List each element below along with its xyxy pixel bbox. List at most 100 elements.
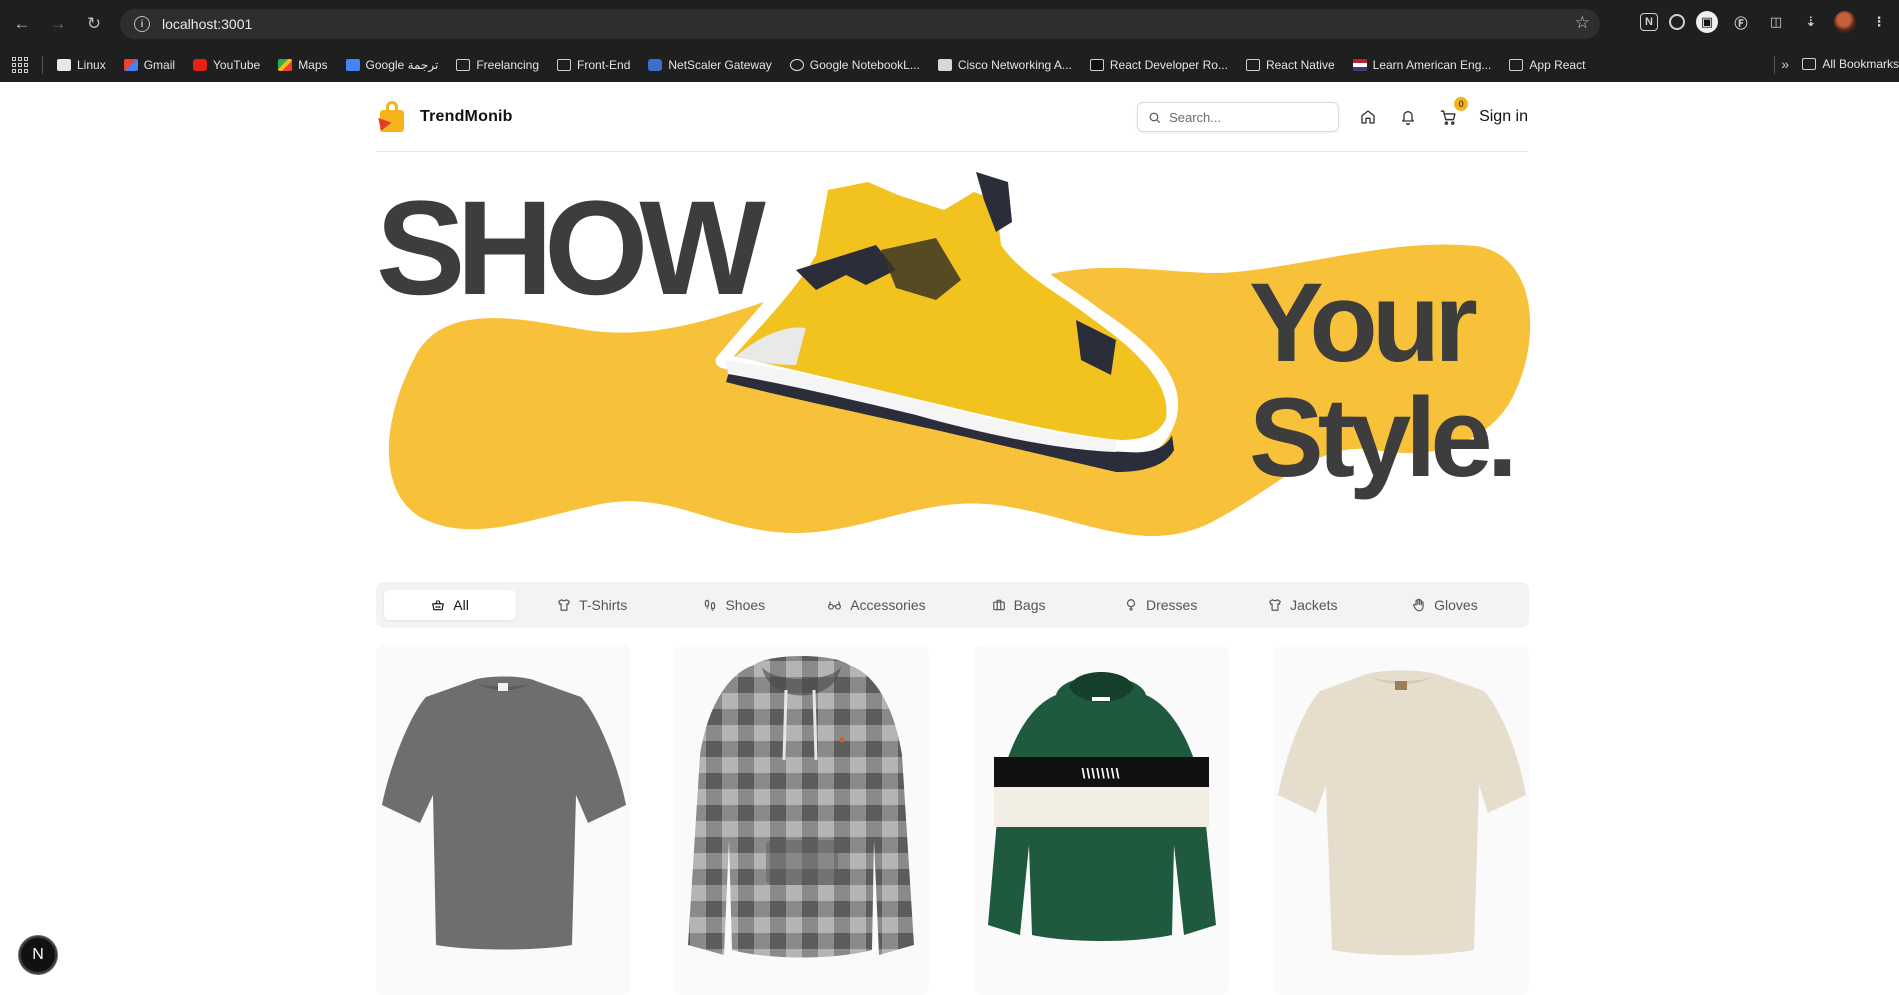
- tab-label: Shoes: [725, 597, 766, 613]
- bookmark-label: React Developer Ro...: [1109, 58, 1228, 72]
- tab-label: Jackets: [1290, 597, 1338, 613]
- bookmark-label: Learn American Eng...: [1372, 58, 1492, 72]
- notion-extension-icon[interactable]: N: [1640, 13, 1658, 31]
- tab-dresses[interactable]: Dresses: [1095, 590, 1227, 620]
- bell-icon[interactable]: [1397, 106, 1419, 128]
- translate-icon: [345, 59, 360, 71]
- tab-accessories[interactable]: Accessories: [810, 590, 942, 620]
- product-card-green-striped-hoodie[interactable]: \\\\\\\\: [974, 645, 1229, 995]
- puzzle-extensions-icon[interactable]: ◫: [1764, 10, 1788, 34]
- tile-icon: [57, 59, 71, 71]
- jacket-icon: [1269, 599, 1281, 611]
- react-icon: [1089, 59, 1104, 71]
- bookmark-react-native[interactable]: React Native: [1245, 58, 1335, 72]
- product-card-grey-tshirt[interactable]: [376, 645, 631, 995]
- cart-icon[interactable]: 0: [1437, 97, 1469, 128]
- cisco-icon: [937, 59, 952, 71]
- address-bar[interactable]: i localhost:3001 ☆: [120, 9, 1600, 39]
- bookmark-freelancing[interactable]: Freelancing: [456, 58, 539, 72]
- tab-label: T-Shirts: [579, 597, 628, 613]
- square-extension-icon[interactable]: ▣: [1696, 11, 1718, 33]
- hero-title-show: SHOW: [376, 174, 766, 323]
- tab-shoes[interactable]: Shoes: [668, 590, 800, 620]
- bookmark-gmail[interactable]: Gmail: [123, 58, 175, 72]
- product-card-beige-tshirt[interactable]: [1274, 645, 1529, 995]
- bookmark-label: Google NotebookL...: [809, 58, 920, 72]
- plaid-hoodie-image: [688, 656, 914, 958]
- bookmark-label: Linux: [77, 58, 106, 72]
- gmail-icon: [123, 59, 138, 71]
- all-bookmarks-label: All Bookmarks: [1822, 57, 1899, 71]
- reload-icon[interactable]: ↻: [80, 10, 108, 38]
- cart-count-badge: 0: [1454, 97, 1469, 111]
- maps-icon: [278, 59, 293, 71]
- bookmark-notebooklm[interactable]: Google NotebookL...: [789, 58, 920, 72]
- tab-all[interactable]: All: [384, 590, 517, 620]
- search-icon: [1149, 112, 1161, 123]
- home-icon[interactable]: [1357, 106, 1379, 128]
- circle-extension-icon[interactable]: [1669, 14, 1685, 30]
- download-icon[interactable]: ⇣: [1799, 10, 1823, 34]
- menu-kebab-icon[interactable]: ⋮: [1867, 10, 1891, 34]
- bookmark-learn-english[interactable]: Learn American Eng...: [1352, 58, 1492, 72]
- more-bookmarks-chevron-icon[interactable]: »: [1781, 56, 1789, 72]
- d-extension-icon[interactable]: Ⓕ: [1729, 10, 1753, 34]
- bookmark-star-icon[interactable]: ☆: [1575, 13, 1590, 33]
- bookmark-youtube[interactable]: YouTube: [193, 58, 260, 72]
- bookmark-front-end[interactable]: Front-End: [557, 58, 630, 72]
- brand-logo[interactable]: TrendMonib: [374, 100, 513, 134]
- search-field[interactable]: [1137, 102, 1340, 132]
- folder-icon: [456, 59, 471, 71]
- footprints-icon: [705, 599, 716, 611]
- all-bookmarks[interactable]: All Bookmarks: [1802, 57, 1899, 71]
- nextjs-dev-badge[interactable]: N: [19, 936, 57, 974]
- folder-icon: [1802, 58, 1817, 70]
- briefcase-icon: [992, 599, 1005, 611]
- profile-avatar[interactable]: [1834, 11, 1856, 33]
- netscaler-icon: [648, 59, 663, 71]
- bookmark-label: YouTube: [213, 58, 261, 72]
- product-card-plaid-hoodie[interactable]: [674, 645, 929, 995]
- sign-in-link[interactable]: Sign in: [1479, 108, 1528, 126]
- site-header: TrendMonib 0 Sign in: [374, 96, 1528, 152]
- address-url[interactable]: localhost:3001: [162, 16, 252, 32]
- grey-tshirt-image: [382, 676, 626, 950]
- tab-t-shirts[interactable]: T-Shirts: [526, 590, 658, 620]
- bookmark-label: Cisco Networking A...: [957, 58, 1072, 72]
- site-info-icon[interactable]: i: [134, 16, 150, 32]
- folder-icon: [1245, 59, 1260, 71]
- youtube-icon: [193, 59, 208, 71]
- bookmark-linux[interactable]: Linux: [57, 58, 106, 72]
- svg-text:\\\\\\\\: \\\\\\\\: [1081, 765, 1120, 781]
- bookmark-netscaler[interactable]: NetScaler Gateway: [648, 58, 772, 72]
- tab-bags[interactable]: Bags: [953, 590, 1085, 620]
- notebook-icon: [789, 59, 804, 71]
- bookmark-label: NetScaler Gateway: [668, 58, 772, 72]
- brand-name: TrendMonib: [420, 108, 513, 125]
- bookmark-google-translate[interactable]: Google ترجمة: [345, 58, 439, 72]
- forward-icon[interactable]: →: [44, 10, 72, 38]
- bookmarks-separator: [1774, 56, 1775, 74]
- bookmark-cisco[interactable]: Cisco Networking A...: [937, 58, 1072, 72]
- bookmark-react-roadmap[interactable]: React Developer Ro...: [1089, 58, 1228, 72]
- bookmark-label: App React: [1529, 58, 1586, 72]
- extensions-row: N ▣ Ⓕ ◫ ⇣ ⋮: [1640, 10, 1891, 34]
- shopping-bag-icon: [374, 100, 406, 134]
- hand-icon: [1413, 598, 1424, 612]
- tab-label: Gloves: [1434, 597, 1478, 613]
- apps-grid-icon[interactable]: [12, 57, 28, 73]
- bookmark-label: Maps: [298, 58, 328, 72]
- category-tabs: All T-Shirts Shoes Accessories Bags Dres…: [376, 582, 1529, 628]
- hero-banner: SHOW Your Style.: [376, 160, 1531, 542]
- tab-gloves[interactable]: Gloves: [1379, 590, 1511, 620]
- flag-icon: [1352, 59, 1367, 71]
- search-input[interactable]: [1169, 109, 1320, 125]
- bookmark-label: Google ترجمة: [365, 58, 439, 72]
- bookmark-app-react[interactable]: App React: [1509, 58, 1585, 72]
- dress-icon: [1126, 599, 1136, 611]
- beige-tshirt-image: [1278, 670, 1526, 956]
- back-icon[interactable]: ←: [8, 10, 36, 38]
- header-actions: 0 Sign in: [1137, 97, 1528, 132]
- bookmark-maps[interactable]: Maps: [278, 58, 328, 72]
- tab-jackets[interactable]: Jackets: [1237, 590, 1369, 620]
